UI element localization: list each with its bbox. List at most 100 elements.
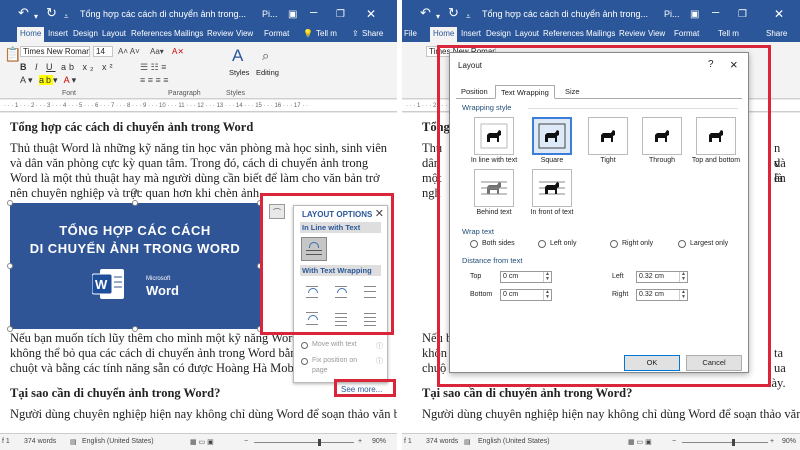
zoom-slider[interactable]: [254, 442, 354, 443]
clear-format-icon[interactable]: A⨯: [172, 47, 184, 56]
grow-font-icon[interactable]: A˄ A˅: [118, 47, 140, 56]
ribbon-home: 📋 Times New Roman 14 A˄ A˅ Aa▾ A⨯ B I U …: [0, 42, 397, 99]
share-icon[interactable]: ⇪: [352, 29, 359, 38]
resize-handle-tl[interactable]: [7, 200, 13, 206]
banner-line-2: DI CHUYỂN ẢNH TRONG WORD: [29, 241, 241, 256]
horizontal-ruler[interactable]: · · · 1 · · · 2 · · · 3 · · · 4 · · · 5 …: [0, 100, 397, 112]
resize-handle-left[interactable]: [7, 263, 13, 269]
tab-insert[interactable]: Insert: [461, 29, 481, 38]
close-icon[interactable]: ✕: [774, 6, 784, 22]
minimize-icon[interactable]: –: [310, 4, 317, 20]
proofing-icon[interactable]: ▤: [464, 438, 471, 446]
fix-position-label: Fix position on page: [312, 357, 358, 374]
restore-icon[interactable]: ❐: [738, 7, 747, 23]
tab-format[interactable]: Format: [264, 29, 289, 38]
font-name-box[interactable]: Times New Roman: [20, 46, 90, 57]
undo-icon[interactable]: ↶: [420, 5, 431, 21]
paragraph-3: Người dùng chuyên nghiệp hiện nay không …: [10, 407, 397, 421]
move-with-text-radio[interactable]: [301, 342, 308, 349]
zoom-level[interactable]: 90%: [372, 438, 386, 445]
proofing-icon[interactable]: ▤: [70, 438, 77, 446]
styles-icon[interactable]: A: [232, 46, 243, 66]
svg-text:W: W: [95, 277, 108, 292]
zoom-in-icon[interactable]: +: [770, 438, 774, 445]
move-with-text-label: Move with text: [312, 341, 357, 348]
minimize-icon[interactable]: –: [712, 4, 719, 20]
tab-design[interactable]: Design: [486, 29, 511, 38]
close-icon[interactable]: ✕: [366, 6, 376, 22]
rotate-handle-icon[interactable]: ⟳: [131, 187, 139, 198]
zoom-out-icon[interactable]: −: [672, 438, 676, 445]
paste-icon[interactable]: 📋: [4, 46, 21, 63]
undo-icon[interactable]: ↶: [18, 5, 29, 21]
share-button[interactable]: Share: [766, 29, 787, 38]
selected-image[interactable]: TỔNG HỢP CÁC CÁCH DI CHUYỂN ẢNH TRONG WO…: [10, 203, 260, 329]
page-count[interactable]: f 1: [404, 438, 412, 445]
tab-layout[interactable]: Layout: [515, 29, 539, 38]
zoom-thumb[interactable]: [318, 439, 321, 446]
word-count[interactable]: 374 words: [426, 438, 458, 445]
window-abbrev: Pi...: [262, 9, 278, 19]
restore-icon[interactable]: ❐: [336, 7, 345, 23]
zoom-out-icon[interactable]: −: [244, 438, 248, 445]
status-bar: f 1 374 words ▤ English (United States) …: [402, 433, 800, 450]
page-count[interactable]: f 1: [2, 438, 10, 445]
info-icon: ⓘ: [376, 343, 383, 350]
tab-home[interactable]: Home: [17, 27, 45, 42]
editing-button-label[interactable]: Editing: [256, 68, 279, 77]
tab-view[interactable]: View: [648, 29, 665, 38]
highlight-box-see-more: [334, 379, 396, 397]
font-size-box[interactable]: 14: [93, 46, 113, 57]
tab-format[interactable]: Format: [674, 29, 699, 38]
font-group-label: Font: [62, 90, 77, 97]
redo-icon[interactable]: ↻: [46, 5, 57, 21]
customize-qat-icon[interactable]: ⩡: [466, 9, 471, 25]
list-buttons-icon[interactable]: ☰ ☷ ≡: [140, 62, 166, 73]
tab-review[interactable]: Review: [619, 29, 645, 38]
tab-file[interactable]: File: [404, 29, 417, 38]
find-icon[interactable]: ⌕: [262, 48, 269, 64]
zoom-level[interactable]: 90%: [782, 438, 796, 445]
tab-view[interactable]: View: [236, 29, 253, 38]
language[interactable]: English (United States): [478, 438, 550, 445]
zoom-slider[interactable]: [682, 442, 768, 443]
ribbon-options-icon[interactable]: ▣: [690, 7, 699, 23]
zoom-thumb[interactable]: [732, 439, 735, 446]
redo-icon[interactable]: ↻: [448, 5, 459, 21]
window-title: Tổng hợp các cách di chuyển ảnh trong...: [482, 9, 649, 19]
paragraph-3: Người dùng chuyên nghiệp hiện nay không …: [422, 407, 800, 421]
fix-position-radio[interactable]: [301, 358, 308, 365]
lightbulb-icon: 💡: [303, 29, 313, 38]
ribbon-options-icon[interactable]: ▣: [288, 7, 297, 23]
tab-design[interactable]: Design: [73, 29, 98, 38]
share-button[interactable]: Share: [362, 29, 383, 38]
tell-me-input[interactable]: Tell m: [316, 29, 337, 38]
tell-me-input[interactable]: Tell m: [718, 29, 739, 38]
align-buttons-icon[interactable]: ≡ ≡ ≡ ≡: [140, 75, 169, 85]
banner-line-1: TỔNG HỢP CÁC CÁCH: [59, 223, 211, 238]
tab-home[interactable]: Home: [430, 27, 458, 42]
change-case-icon[interactable]: Aa▾: [150, 47, 164, 56]
resize-handle-top[interactable]: [132, 200, 138, 206]
banner-microsoft: Microsoft: [146, 276, 171, 282]
view-mode-icons[interactable]: ▦ ▭ ▣: [628, 438, 652, 446]
view-mode-icons[interactable]: ▦ ▭ ▣: [190, 438, 214, 446]
tab-mailings[interactable]: Mailings: [586, 29, 615, 38]
tab-mailings[interactable]: Mailings: [174, 29, 203, 38]
zoom-in-icon[interactable]: +: [358, 438, 362, 445]
tab-review[interactable]: Review: [207, 29, 233, 38]
tab-references[interactable]: References: [131, 29, 172, 38]
title-bar: ↶ ▾ ↻ ⩡ Tổng hợp các cách di chuyển ảnh …: [0, 0, 397, 27]
word-count[interactable]: 374 words: [24, 438, 56, 445]
customize-qat-icon[interactable]: ⩡: [64, 9, 69, 25]
color-buttons-row[interactable]: A▾ ab▾ A▾: [20, 75, 78, 86]
dropdown-icon[interactable]: ▾: [436, 9, 440, 25]
styles-button-label[interactable]: Styles: [229, 68, 249, 77]
para-right-fragment-3: ên: [774, 171, 786, 185]
tab-insert[interactable]: Insert: [48, 29, 68, 38]
tab-references[interactable]: References: [543, 29, 584, 38]
dropdown-icon[interactable]: ▾: [34, 9, 38, 25]
language[interactable]: English (United States): [82, 438, 154, 445]
format-buttons-row[interactable]: B I U ab x₂ x²: [20, 62, 116, 72]
tab-layout[interactable]: Layout: [102, 29, 126, 38]
